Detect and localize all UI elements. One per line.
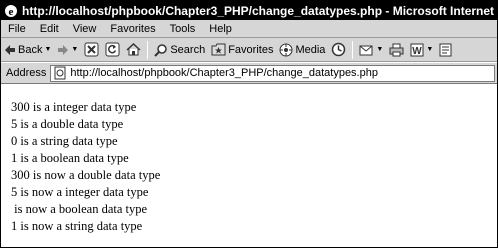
forward-dropdown-icon[interactable]: ▼	[71, 46, 78, 53]
mail-dropdown-icon[interactable]: ▼	[376, 46, 383, 53]
menu-file[interactable]: File	[1, 20, 33, 38]
favorites-folder-icon	[211, 43, 226, 56]
page-icon	[53, 66, 67, 80]
title-bar[interactable]: e http://localhost/phpbook/Chapter3_PHP/…	[1, 1, 497, 20]
stop-button[interactable]	[81, 40, 102, 60]
output-line: 5 is now a integer data type	[11, 185, 149, 199]
refresh-icon	[105, 42, 120, 57]
search-label: Search	[170, 43, 206, 56]
address-url: http://localhost/phpbook/Chapter3_PHP/ch…	[70, 67, 378, 79]
output-line: 300 is a integer data type	[11, 100, 137, 114]
menu-edit[interactable]: Edit	[33, 20, 66, 38]
address-input[interactable]: http://localhost/phpbook/Chapter3_PHP/ch…	[50, 64, 495, 82]
printer-icon	[389, 43, 404, 57]
edit-button[interactable]: W ▼	[407, 40, 436, 60]
forward-arrow-icon	[57, 44, 69, 56]
stop-icon	[84, 42, 99, 57]
window-title: http://localhost/phpbook/Chapter3_PHP/ch…	[22, 3, 497, 18]
output-line: 300 is now a double data type	[11, 168, 161, 182]
home-button[interactable]	[123, 40, 144, 60]
mail-button[interactable]: ▼	[356, 40, 386, 60]
search-button[interactable]: Search	[151, 40, 208, 60]
back-button[interactable]: Back ▼	[1, 40, 54, 60]
discuss-button[interactable]	[436, 40, 455, 60]
refresh-button[interactable]	[102, 40, 123, 60]
print-button[interactable]	[386, 40, 407, 60]
history-icon	[331, 42, 346, 57]
browser-window: e http://localhost/phpbook/Chapter3_PHP/…	[0, 0, 498, 248]
media-icon	[279, 43, 293, 57]
output-line: 5 is a double data type	[11, 117, 124, 131]
output-line: 0 is a string data type	[11, 134, 118, 148]
toolbar-separator	[352, 40, 354, 59]
page-content: 300 is a integer data type 5 is a double…	[1, 85, 497, 247]
forward-button[interactable]: ▼	[54, 40, 81, 60]
address-label: Address	[6, 67, 47, 79]
output-line: 1 is a boolean data type	[11, 151, 129, 165]
back-arrow-icon	[4, 44, 16, 56]
media-button[interactable]: Media	[276, 40, 328, 60]
history-button[interactable]	[328, 40, 349, 60]
menu-tools[interactable]: Tools	[163, 20, 203, 38]
favorites-button[interactable]: Favorites	[208, 40, 276, 60]
output-line: 1 is now a string data type	[11, 219, 143, 233]
edit-dropdown-icon[interactable]: ▼	[426, 46, 433, 53]
output-line: is now a boolean data type	[11, 202, 148, 216]
address-bar: Address http://localhost/phpbook/Chapter…	[1, 63, 497, 84]
favorites-label: Favorites	[228, 43, 274, 56]
search-icon	[154, 43, 168, 57]
svg-text:e: e	[9, 6, 14, 18]
back-label: Back	[18, 43, 43, 56]
toolbar-separator	[147, 40, 149, 59]
internet-explorer-icon: e	[4, 4, 18, 18]
home-icon	[126, 42, 141, 57]
mail-icon	[359, 43, 374, 56]
word-document-icon: W	[410, 43, 424, 57]
discuss-icon	[439, 43, 452, 57]
back-dropdown-icon[interactable]: ▼	[44, 46, 51, 53]
media-label: Media	[295, 43, 326, 56]
menu-view[interactable]: View	[66, 20, 104, 38]
standard-toolbar: Back ▼ ▼ Search Favorites Media ▼ W ▼	[1, 38, 497, 62]
menu-favorites[interactable]: Favorites	[103, 20, 162, 38]
menu-bar: File Edit View Favorites Tools Help	[1, 20, 497, 38]
svg-text:W: W	[413, 46, 423, 57]
menu-help[interactable]: Help	[202, 20, 239, 38]
